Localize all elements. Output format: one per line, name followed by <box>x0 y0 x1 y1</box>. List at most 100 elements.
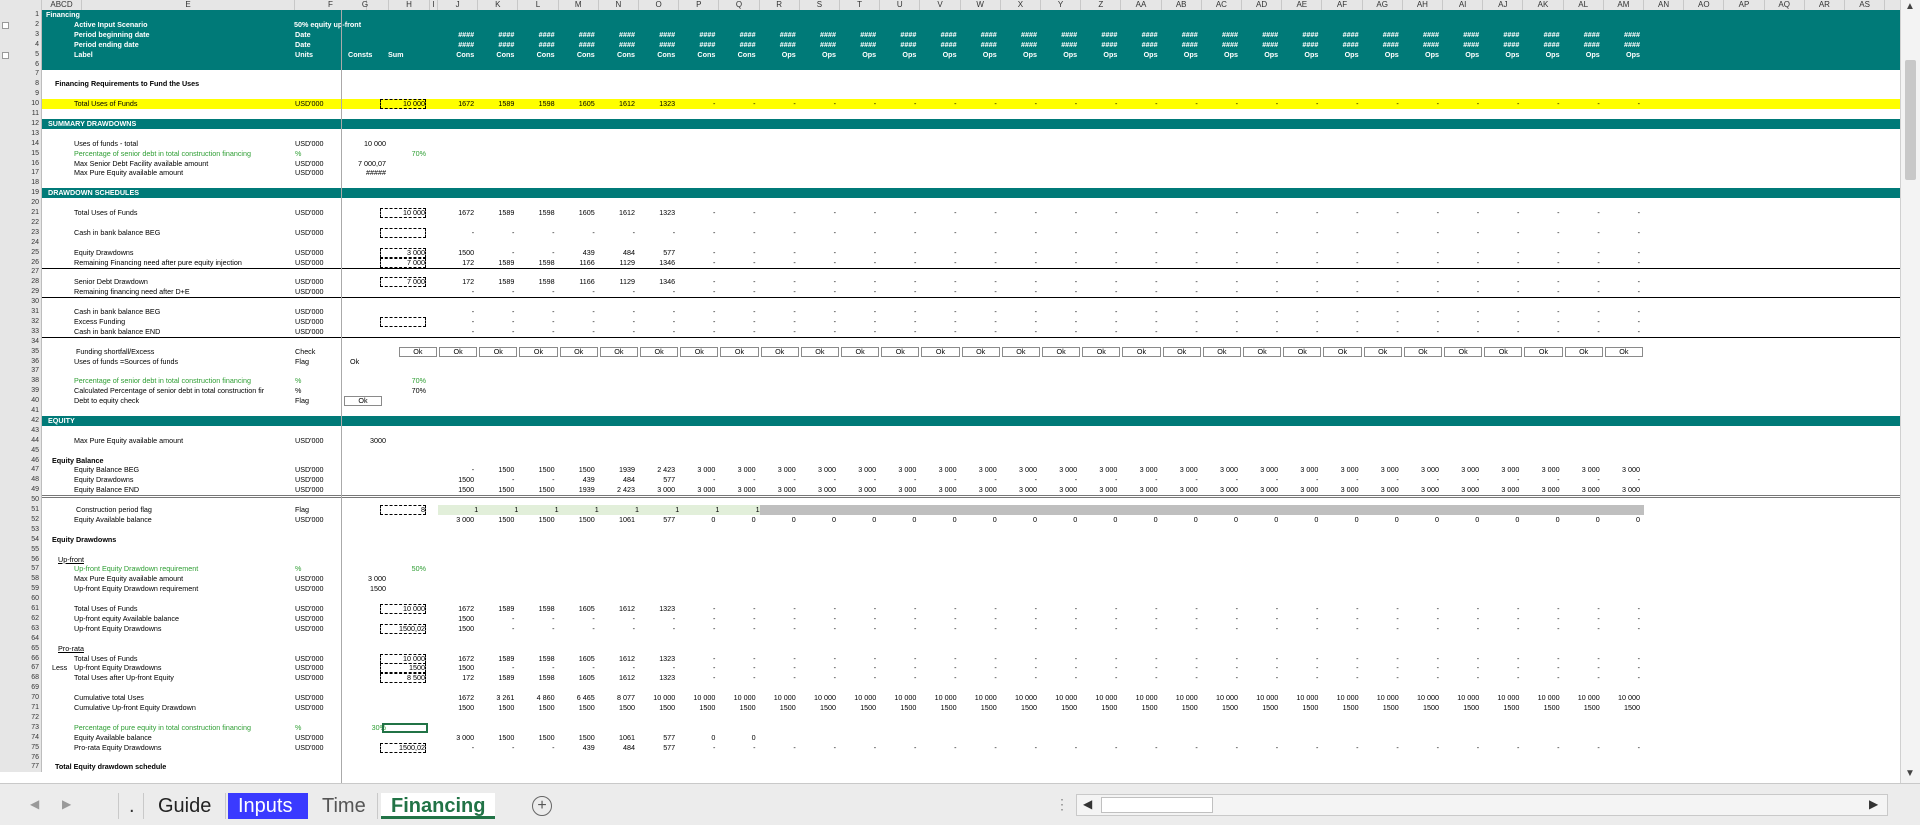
value-cell[interactable]: - <box>1242 317 1278 327</box>
value-cell[interactable]: 3 000 <box>800 485 836 495</box>
value-cell[interactable]: - <box>1121 673 1157 683</box>
label-cell[interactable]: Ops <box>1483 50 1519 60</box>
row-number[interactable]: 73 <box>0 722 42 733</box>
date-cell[interactable]: #### <box>800 40 836 50</box>
value-cell[interactable]: 10 000 <box>1483 693 1519 703</box>
value-cell[interactable]: - <box>599 287 635 297</box>
unit-cell[interactable]: USD'000 <box>295 277 355 287</box>
value-cell[interactable] <box>961 733 997 743</box>
check-cell[interactable]: Ok <box>1524 346 1563 357</box>
value-cell[interactable]: 10 000 <box>1322 693 1359 703</box>
unit-cell[interactable]: USD'000 <box>295 208 355 218</box>
value-cell[interactable]: - <box>1001 663 1037 673</box>
value-cell[interactable]: - <box>1322 208 1358 218</box>
value-cell[interactable]: - <box>1202 673 1238 683</box>
value-cell[interactable]: - <box>518 614 554 624</box>
flag-cell[interactable] <box>1603 505 1644 515</box>
value-cell[interactable]: - <box>679 327 715 337</box>
value-cell[interactable]: - <box>559 287 594 297</box>
value-cell[interactable]: - <box>1443 317 1479 327</box>
flag-cell[interactable] <box>1081 505 1122 515</box>
value-cell[interactable]: - <box>880 208 916 218</box>
value-cell[interactable]: - <box>1403 663 1439 673</box>
value-cell[interactable]: 439 <box>559 248 595 258</box>
value-cell[interactable]: 1500 <box>1121 703 1158 713</box>
value-cell[interactable]: 0 <box>1403 515 1439 525</box>
flag-cell[interactable] <box>1322 505 1363 515</box>
value-cell[interactable]: 1500 <box>438 663 474 673</box>
value-cell[interactable]: 10 000 <box>1041 693 1077 703</box>
value-cell[interactable]: - <box>760 614 795 624</box>
value-cell[interactable]: - <box>1001 475 1037 485</box>
value-cell[interactable]: - <box>920 654 956 664</box>
value-cell[interactable]: 1500 <box>438 703 474 713</box>
value-cell[interactable]: - <box>1001 228 1037 238</box>
value-cell[interactable]: - <box>760 327 795 337</box>
value-cell[interactable]: - <box>800 99 836 109</box>
row-number[interactable]: 21 <box>0 208 42 218</box>
value-cell[interactable]: 1500 <box>559 465 595 475</box>
value-cell[interactable]: 1612 <box>599 99 635 109</box>
check-cell[interactable]: Ok <box>720 346 759 357</box>
value-cell[interactable]: 439 <box>559 475 595 485</box>
value-cell[interactable]: - <box>1081 99 1117 109</box>
value-cell[interactable]: - <box>1242 673 1278 683</box>
value-cell[interactable]: - <box>679 248 715 258</box>
value-cell[interactable]: 439 <box>559 743 595 753</box>
value-cell[interactable]: - <box>1121 208 1157 218</box>
value-cell[interactable]: 0 <box>719 733 756 743</box>
value-cell[interactable]: - <box>961 287 996 297</box>
tab-inputs[interactable]: Inputs <box>228 793 308 819</box>
date-cell[interactable]: #### <box>1041 30 1077 40</box>
value-cell[interactable] <box>880 733 916 743</box>
unit-cell[interactable]: Flag <box>295 505 355 515</box>
value-cell[interactable]: - <box>1202 99 1238 109</box>
value-cell[interactable]: - <box>1483 654 1519 664</box>
value-cell[interactable]: 1500 <box>438 614 474 624</box>
value-cell[interactable]: - <box>639 228 675 238</box>
value-cell[interactable]: - <box>1282 673 1318 683</box>
value-cell[interactable]: - <box>1443 248 1479 258</box>
row-number[interactable]: 58 <box>0 574 42 585</box>
value-cell[interactable]: - <box>438 287 474 297</box>
value-cell[interactable]: 1500 <box>478 733 514 743</box>
value-cell[interactable]: - <box>1041 99 1077 109</box>
row-number[interactable]: 44 <box>0 435 42 446</box>
value-cell[interactable]: - <box>679 604 715 614</box>
value-cell[interactable]: - <box>1162 287 1197 297</box>
value-cell[interactable]: - <box>1443 604 1479 614</box>
label-cell[interactable]: Cons <box>559 50 595 60</box>
value-cell[interactable]: - <box>679 258 715 268</box>
flag-cell[interactable] <box>960 505 1001 515</box>
value-cell[interactable]: - <box>1604 614 1640 624</box>
value-cell[interactable]: - <box>1604 277 1640 287</box>
value-cell[interactable]: - <box>1403 277 1439 287</box>
column-header[interactable]: AS <box>1845 0 1886 10</box>
value-cell[interactable]: - <box>1564 248 1599 258</box>
value-cell[interactable]: - <box>840 317 876 327</box>
row-number[interactable]: 45 <box>0 445 42 456</box>
tab-splitter-icon[interactable]: ⋮ <box>1055 796 1069 813</box>
subsection-heading[interactable]: Pro-rata <box>58 644 158 654</box>
check-cell[interactable]: Ok <box>680 346 719 357</box>
date-cell[interactable]: #### <box>800 30 836 40</box>
value-cell[interactable]: 3 000 <box>1604 465 1640 475</box>
value-cell[interactable]: - <box>1001 604 1037 614</box>
value-cell[interactable]: - <box>1363 604 1398 614</box>
column-header[interactable]: AK <box>1523 0 1564 10</box>
value-cell[interactable]: 1323 <box>639 673 675 683</box>
value-cell[interactable]: 1166 <box>559 258 594 268</box>
value-cell[interactable]: - <box>1523 743 1559 753</box>
unit-cell[interactable]: USD'000 <box>295 673 355 683</box>
value-cell[interactable]: - <box>1282 317 1318 327</box>
value-cell[interactable]: - <box>760 258 795 268</box>
value-cell[interactable]: - <box>1081 604 1117 614</box>
value-cell[interactable]: - <box>760 287 795 297</box>
value-cell[interactable]: - <box>639 287 675 297</box>
value-cell[interactable]: - <box>1604 327 1640 337</box>
check-cell[interactable]: Ok <box>519 346 558 357</box>
value-cell[interactable]: - <box>1202 277 1238 287</box>
value-cell[interactable]: - <box>760 99 795 109</box>
value-cell[interactable]: - <box>1282 228 1318 238</box>
value-cell[interactable]: - <box>719 248 755 258</box>
